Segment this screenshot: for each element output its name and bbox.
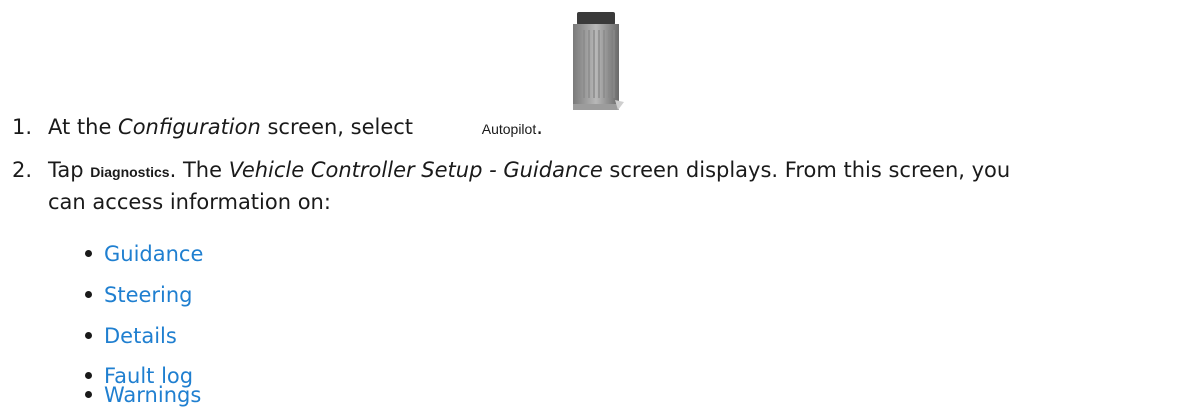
link-steering[interactable]: Steering [104,283,193,307]
step-text: . The [169,158,229,182]
period: . [536,115,543,139]
link-guidance[interactable]: Guidance [104,242,203,266]
list-item: Steering [85,280,193,310]
list-item: Details [85,321,177,351]
step-text: Tap [48,158,91,182]
step-2: 2. Tap Diagnostics. The Vehicle Controlle… [12,155,1172,217]
list-item: Guidance [85,239,203,269]
bullet-icon [85,390,92,398]
step-number: 2. [12,158,33,182]
bullet-icon [85,249,92,257]
autopilot-device-icon[interactable] [566,10,630,128]
link-warnings[interactable]: Warnings [104,383,201,407]
step-number: 1. [12,115,33,139]
autopilot-label: Autopilot [481,121,537,137]
configuration-screen-name: Configuration [118,115,261,139]
bullet-icon [85,290,92,298]
bullet-icon [85,371,92,379]
link-details[interactable]: Details [104,324,177,348]
step-1: 1. At the Configuration screen, select Au… [12,112,543,144]
guidance-screen-name: Vehicle Controller Setup - Guidance [228,158,603,182]
step-text: screen, select [260,115,414,139]
list-item: Warnings [85,380,201,410]
diagnostics-button-label: Diagnostics [90,164,170,180]
step-text: screen displays. From this screen, you [602,158,1011,182]
step-text: At the [48,115,119,139]
step-text-line2: can access information on: [48,190,331,214]
bullet-icon [85,331,92,339]
